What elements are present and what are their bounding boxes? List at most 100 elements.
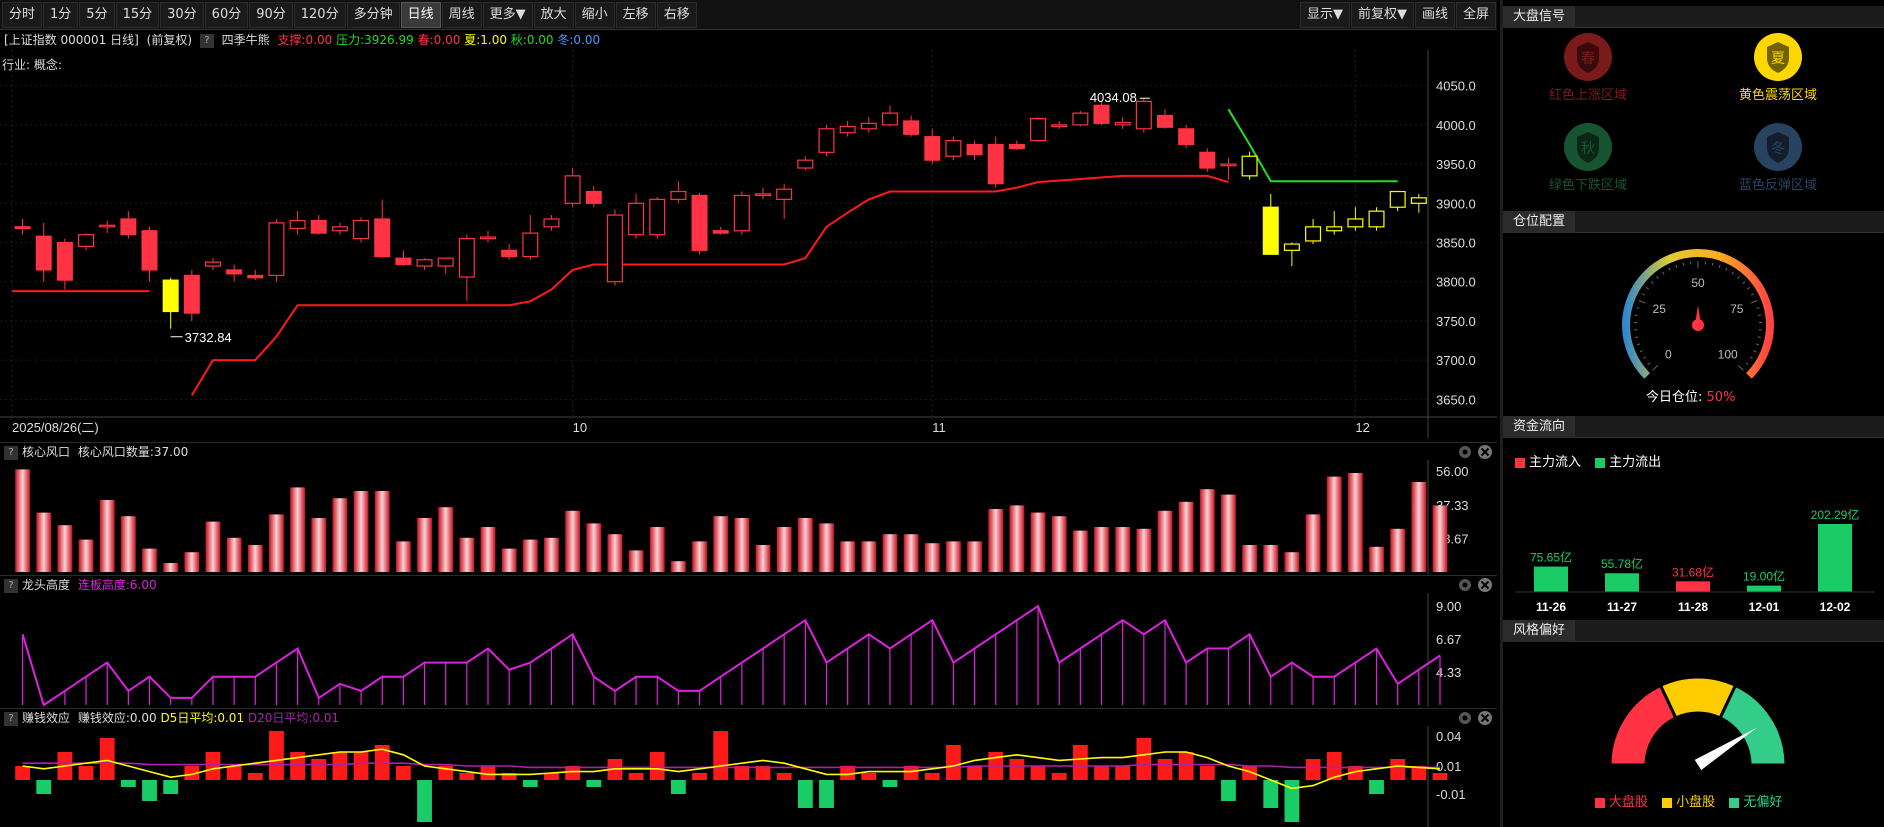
y-tick-label: -0.01 bbox=[1436, 787, 1466, 802]
core-bar bbox=[1051, 516, 1067, 572]
no-preference-segment bbox=[1718, 683, 1788, 767]
core-bar bbox=[797, 518, 813, 572]
candle-body bbox=[1368, 210, 1385, 228]
money-bar bbox=[1432, 773, 1448, 780]
adjust-label[interactable]: (前复权) bbox=[147, 33, 192, 47]
candle-body bbox=[458, 237, 475, 278]
svg-text:春: 春 bbox=[1581, 51, 1595, 67]
signal-item: 夏黄色震荡区域 bbox=[1723, 32, 1833, 103]
core-bar bbox=[755, 545, 771, 572]
core-bar bbox=[395, 541, 411, 572]
period-button[interactable]: 多分钟 bbox=[346, 1, 400, 28]
period-button[interactable]: 15分 bbox=[115, 1, 160, 28]
position-value: 50% bbox=[1706, 390, 1736, 405]
money-bar bbox=[861, 773, 877, 780]
help-icon[interactable]: ? bbox=[4, 711, 18, 726]
period-button[interactable]: 日线 bbox=[400, 1, 441, 28]
style-legend: 大盘股 小盘股 无偏好 bbox=[1595, 791, 1782, 810]
flow-bar bbox=[1534, 566, 1568, 592]
candle-body bbox=[1199, 151, 1216, 169]
money-bar bbox=[15, 766, 30, 780]
period-button[interactable]: 1分 bbox=[43, 1, 79, 28]
summer-value: 夏:1.00 bbox=[464, 33, 507, 47]
help-icon[interactable]: ? bbox=[4, 445, 18, 460]
gauge-tick bbox=[1753, 350, 1757, 353]
gauge-tick bbox=[1652, 364, 1659, 371]
core-bar bbox=[1178, 501, 1194, 572]
core-bar bbox=[1284, 552, 1300, 572]
money-bar bbox=[1094, 766, 1109, 780]
period-button[interactable]: 右移 bbox=[656, 1, 697, 28]
help-icon[interactable]: ? bbox=[4, 578, 18, 593]
money-bar bbox=[776, 773, 792, 780]
core-theme-bar-chart[interactable]: 56.0037.3318.67 bbox=[0, 460, 1497, 574]
y-tick-label: 3900.0 bbox=[1436, 196, 1476, 211]
gear-icon[interactable] bbox=[1459, 712, 1471, 724]
candle-body bbox=[606, 214, 623, 283]
chart-info-bar: [上证指数 000001 日线] (前复权) ? 四季牛熊 支撑:0.00 压力… bbox=[0, 30, 1497, 50]
core-bar bbox=[57, 525, 73, 572]
close-icon[interactable] bbox=[1478, 711, 1492, 725]
core-bar bbox=[15, 469, 30, 572]
gauge-tick bbox=[1656, 276, 1659, 279]
money-bar bbox=[1263, 780, 1279, 808]
gauge-tick bbox=[1711, 262, 1714, 266]
period-button[interactable]: 60分 bbox=[204, 1, 249, 28]
flow-value-label: 55.78亿 bbox=[1601, 556, 1643, 571]
period-button[interactable]: 放大 bbox=[533, 1, 574, 28]
help-icon[interactable]: ? bbox=[199, 33, 214, 48]
money-panel-header: ? 赚钱效应 赚钱效应:0.00 D5日平均:0.01 D20日平均:0.01 bbox=[0, 708, 1497, 726]
period-button[interactable]: 周线 bbox=[441, 1, 482, 28]
close-icon[interactable] bbox=[1478, 445, 1492, 459]
flow-legend: 主力流入 主力流出 bbox=[1515, 451, 1661, 470]
support-value: 支撑:0.00 bbox=[277, 33, 333, 47]
flow-out-swatch bbox=[1595, 457, 1606, 468]
core-bar bbox=[1030, 512, 1046, 572]
core-bar bbox=[819, 523, 834, 572]
toolbar-right-button[interactable]: 全屏 bbox=[1455, 2, 1496, 28]
period-buttons: 分时 1分 5分 15分 30分 60分 90分 120分 多分钟 日线 周线 更多▼ 放大 缩小 左移 右移 bbox=[2, 1, 698, 28]
toolbar-right-button[interactable]: 前复权▼ bbox=[1350, 2, 1414, 28]
period-button[interactable]: 更多▼ bbox=[482, 1, 533, 28]
gauge-tick bbox=[1643, 356, 1647, 359]
money-bar bbox=[120, 780, 136, 787]
close-icon[interactable] bbox=[1478, 578, 1492, 592]
period-button[interactable]: 30分 bbox=[160, 1, 204, 28]
period-button[interactable]: 5分 bbox=[79, 1, 115, 28]
money-panel-value: 赚钱效应:0.00 bbox=[77, 711, 157, 725]
core-panel-value: 核心风口数量:37.00 bbox=[77, 445, 189, 459]
gauge-tick bbox=[1750, 300, 1758, 304]
toolbar-right-button[interactable]: 显示▼ bbox=[1299, 2, 1350, 28]
candlestick-chart[interactable]: 4050.0 4000.0 3950.0 3900.0 3850.0 3800.0 3750… bbox=[0, 50, 1497, 438]
dragon-height-line-chart[interactable]: 9.006.674.33 bbox=[0, 593, 1497, 707]
signal-label: 黄色震荡区域 bbox=[1738, 88, 1817, 103]
core-bar bbox=[882, 534, 898, 572]
money-bar bbox=[205, 752, 221, 780]
candle-body bbox=[945, 139, 962, 157]
candle-body bbox=[204, 261, 221, 267]
gauge-tick-label: 0 bbox=[1665, 348, 1672, 362]
money-bar bbox=[882, 780, 898, 787]
season-shield-icon: 冬 bbox=[1754, 123, 1802, 171]
core-bar bbox=[544, 537, 559, 572]
core-bar bbox=[332, 498, 348, 572]
money-bar bbox=[311, 759, 327, 780]
candle-body bbox=[162, 279, 179, 313]
gear-icon[interactable] bbox=[1459, 446, 1471, 458]
money-effect-bar-chart[interactable]: 0.04 0.01 -0.01 bbox=[0, 726, 1497, 827]
period-button[interactable]: 缩小 bbox=[574, 1, 615, 28]
gauge-tick bbox=[1635, 336, 1639, 338]
core-panel-title: 核心风口 bbox=[22, 445, 71, 459]
core-bar bbox=[692, 541, 707, 572]
flow-value-label: 31.68亿 bbox=[1672, 564, 1714, 579]
gear-icon[interactable] bbox=[1459, 579, 1471, 591]
candle-body bbox=[839, 125, 856, 134]
gauge-tick bbox=[1749, 356, 1753, 359]
period-button[interactable]: 分时 bbox=[2, 1, 43, 28]
toolbar-right-button[interactable]: 画线 bbox=[1414, 2, 1455, 28]
flow-in-label: 主力流入 bbox=[1529, 455, 1582, 470]
core-bar bbox=[840, 541, 856, 572]
period-button[interactable]: 90分 bbox=[249, 1, 293, 28]
period-button[interactable]: 120分 bbox=[293, 1, 346, 28]
period-button[interactable]: 左移 bbox=[615, 1, 656, 28]
